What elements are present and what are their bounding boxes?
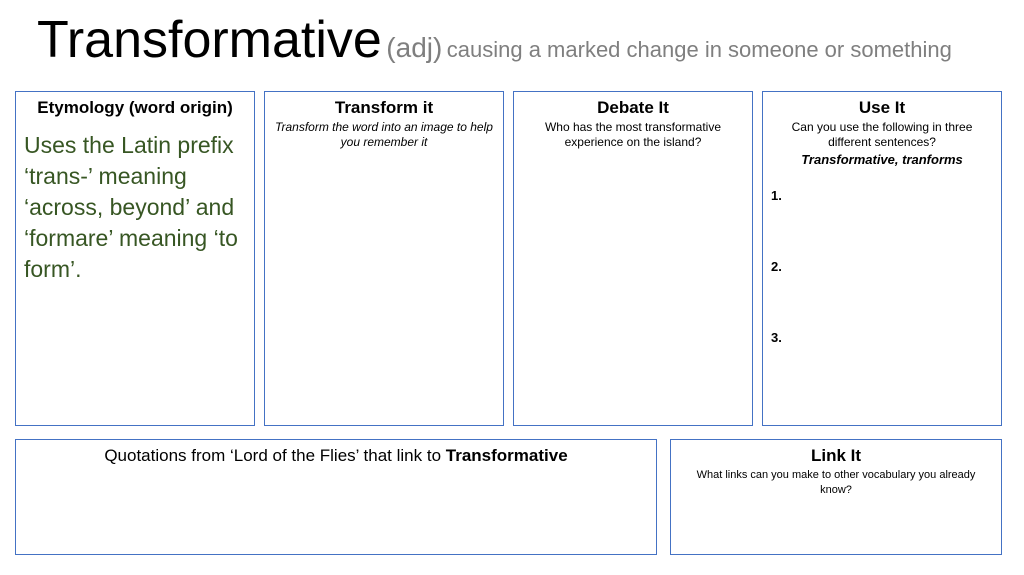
link-heading: Link It — [810, 446, 862, 465]
quotations-box[interactable]: Quotations from ‘Lord of the Flies’ that… — [15, 439, 657, 555]
quotations-heading: Quotations from ‘Lord of the Flies’ that… — [16, 446, 656, 466]
use-instruction: Can you use the following in three diffe… — [791, 120, 973, 149]
etymology-text: Uses the Latin prefix ‘trans-’ meaning ‘… — [24, 132, 238, 282]
debate-question: Who has the most transformative experien… — [544, 120, 722, 149]
page-title: Transformative (adj) causing a marked ch… — [37, 8, 997, 90]
use-heading: Use It — [858, 98, 906, 117]
quotations-heading-word: Transformative — [445, 446, 568, 465]
sentence-number-1: 1. — [771, 188, 782, 203]
sentence-number-3: 3. — [771, 330, 782, 345]
transform-heading: Transform it — [334, 98, 434, 117]
use-box[interactable]: Use It Can you use the following in thre… — [762, 91, 1002, 426]
title-definition: causing a marked change in someone or so… — [446, 37, 952, 62]
transform-box[interactable]: Transform it Transform the word into an … — [264, 91, 504, 426]
debate-heading: Debate It — [597, 98, 669, 117]
title-word: Transformative — [37, 11, 382, 69]
transform-instruction: Transform the word into an image to help… — [275, 120, 493, 149]
etymology-heading: Etymology (word origin) — [37, 98, 233, 117]
use-words: Transformative, tranforms — [801, 152, 963, 167]
link-box[interactable]: Link It What links can you make to other… — [670, 439, 1002, 555]
link-question: What links can you make to other vocabul… — [696, 469, 976, 496]
title-part-of-speech: (adj) — [386, 32, 443, 63]
quotations-heading-prefix: Quotations from ‘Lord of the Flies’ that… — [104, 446, 442, 465]
sentence-number-2: 2. — [771, 259, 782, 274]
debate-box[interactable]: Debate It Who has the most transformativ… — [513, 91, 753, 426]
etymology-box: Etymology (word origin) Uses the Latin p… — [15, 91, 255, 426]
